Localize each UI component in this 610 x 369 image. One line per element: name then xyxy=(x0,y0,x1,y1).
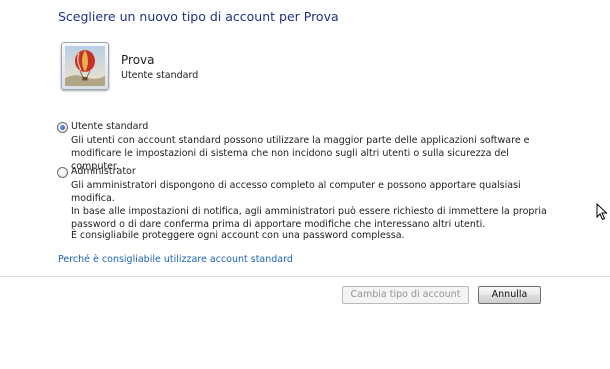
why-standard-account-link[interactable]: Perché è consigliabile utilizzare accoun… xyxy=(58,254,293,265)
mouse-cursor-icon xyxy=(596,203,608,221)
page-title: Scegliere un nuovo tipo di account per P… xyxy=(58,9,339,24)
standard-user-description: Gli utenti con account standard possono … xyxy=(71,135,530,172)
password-advice-text: È consigliabile proteggere ogni account … xyxy=(71,230,405,241)
cancel-button[interactable]: Annulla xyxy=(478,286,541,304)
hot-air-balloon-icon xyxy=(65,46,105,86)
change-account-type-button[interactable]: Cambia tipo di account xyxy=(342,286,469,304)
standard-user-label[interactable]: Utente standard xyxy=(71,121,148,132)
footer-divider xyxy=(0,276,610,277)
administrator-radio[interactable] xyxy=(57,167,68,178)
administrator-label[interactable]: Administrator xyxy=(71,166,136,177)
user-name: Prova xyxy=(121,53,155,67)
administrator-description: Gli amministratori dispongono di accesso… xyxy=(71,180,547,230)
standard-user-radio[interactable] xyxy=(57,122,68,133)
user-account-type: Utente standard xyxy=(121,70,199,81)
user-picture xyxy=(61,42,109,90)
